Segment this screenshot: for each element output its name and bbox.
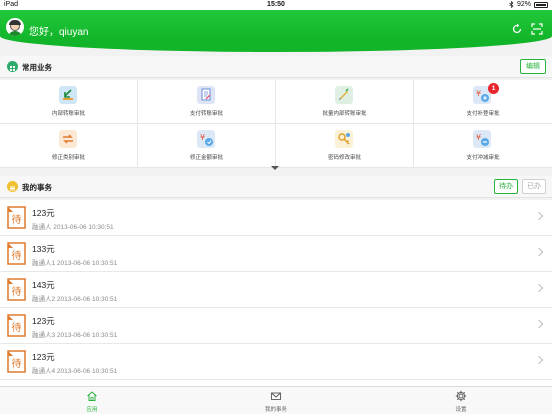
task-row[interactable]: 待 133元 融通人1 2013-06-06 10:30:51	[0, 236, 552, 272]
task-meta: 融通人4 2013-06-06 10:30:51	[32, 368, 118, 375]
task-amount: 133元	[32, 244, 55, 254]
task-amount: 123元	[32, 352, 55, 362]
pending-flag-icon: 待	[7, 242, 26, 265]
svg-text:¥: ¥	[200, 133, 205, 142]
mail-icon	[271, 392, 281, 400]
svg-text:待: 待	[12, 357, 22, 370]
business-item-inner-transfer[interactable]: 内部转账审批	[0, 80, 138, 124]
task-meta: 融通人3 2013-06-06 10:30:51	[32, 332, 118, 339]
pay-offset-icon: ¥	[473, 130, 491, 148]
clock: 15:50	[267, 1, 285, 8]
tab-done[interactable]: 已办	[522, 179, 546, 194]
business-item-password-change[interactable]: 密码修改审批	[276, 124, 414, 168]
task-amount: 143元	[32, 280, 55, 290]
task-meta: 融通人2 2013-06-06 10:30:51	[32, 296, 118, 303]
business-item-pay-offset[interactable]: ¥ 支付冲减审批	[414, 124, 552, 168]
chevron-right-icon	[534, 283, 544, 293]
task-amount: 123元	[32, 316, 55, 326]
tab-label: 应用	[86, 407, 98, 413]
svg-text:¥: ¥	[476, 89, 481, 98]
business-item-correct-category[interactable]: 修正类别审批	[0, 124, 138, 168]
correct-category-icon	[59, 130, 77, 148]
business-item-pay-transfer[interactable]: 支付转账审批	[138, 80, 276, 124]
svg-text:待: 待	[12, 285, 22, 298]
task-amount: 123元	[32, 208, 55, 218]
tab-label: 我的事务	[264, 407, 287, 413]
edit-button[interactable]: 编辑	[520, 59, 546, 74]
svg-text:待: 待	[12, 249, 22, 262]
business-item-batch-transfer[interactable]: 批量内部转账审批	[276, 80, 414, 124]
chevron-right-icon	[534, 355, 544, 365]
pending-flag-icon: 待	[7, 314, 26, 337]
section-title: 常用业务	[22, 63, 52, 72]
tab-my-tasks[interactable]: 我的事务	[236, 387, 316, 414]
tab-label: 设置	[455, 407, 467, 413]
battery-indicator: 92%	[509, 1, 548, 8]
business-grid: 内部转账审批 支付转账审批 批量内部转账审批 ¥ 1 支付补登审批 修正类别审批…	[0, 80, 552, 168]
avatar[interactable]	[6, 18, 24, 36]
password-change-icon	[335, 130, 353, 148]
pending-flag-icon: 待	[7, 350, 26, 373]
svg-text:¥: ¥	[476, 133, 481, 142]
task-row[interactable]: 待 123元 融通人3 2013-06-06 10:30:51	[0, 308, 552, 344]
app-header: 您好，qiuyan	[0, 10, 552, 52]
inner-transfer-icon	[59, 86, 77, 104]
collapse-arrow-icon[interactable]	[271, 166, 279, 170]
refresh-icon[interactable]	[511, 23, 523, 35]
batch-transfer-icon	[335, 86, 353, 104]
task-row[interactable]: 待 123元 融通人 2013-06-06 10:30:51	[0, 200, 552, 236]
tab-apps[interactable]: 应用	[52, 387, 132, 414]
greeting-text: 您好，qiuyan	[29, 27, 89, 38]
tab-settings[interactable]: 设置	[421, 387, 501, 414]
chevron-right-icon	[534, 211, 544, 221]
my-tasks-header: 我的事务 待办 已办	[0, 176, 552, 198]
battery-percent: 92%	[516, 1, 531, 8]
task-meta: 融通人1 2013-06-06 10:30:51	[32, 260, 118, 267]
home-icon	[87, 391, 97, 401]
pay-transfer-icon	[197, 86, 215, 104]
apps-grid-icon	[7, 61, 18, 72]
bottom-tab-bar: 应用 我的事务 设置	[0, 386, 552, 414]
pending-flag-icon: 待	[7, 278, 26, 301]
task-row[interactable]: 待 123元 融通人4 2013-06-06 10:30:51	[0, 344, 552, 380]
section-title: 我的事务	[22, 183, 52, 192]
task-meta: 融通人 2013-06-06 10:30:51	[32, 224, 114, 231]
business-item-correct-amount[interactable]: ¥ 修正金额审批	[138, 124, 276, 168]
chevron-right-icon	[534, 319, 544, 329]
scan-icon[interactable]	[531, 23, 543, 35]
gear-icon	[455, 390, 467, 402]
battery-icon	[534, 1, 548, 8]
svg-text:待: 待	[12, 321, 22, 334]
chevron-right-icon	[534, 247, 544, 257]
notification-badge: 1	[488, 83, 499, 94]
task-list: 待 123元 融通人 2013-06-06 10:30:51 待 133元 融通…	[0, 200, 552, 386]
tab-todo[interactable]: 待办	[494, 179, 518, 194]
common-business-header: 常用业务 编辑	[0, 56, 552, 78]
correct-amount-icon: ¥	[197, 130, 215, 148]
task-row[interactable]: 待 143元 融通人2 2013-06-06 10:30:51	[0, 272, 552, 308]
status-bar: iPad 15:50 92%	[0, 0, 552, 10]
business-item-pay-supplement[interactable]: ¥ 1 支付补登审批	[414, 80, 552, 124]
tasks-list-icon	[7, 181, 18, 192]
svg-text:待: 待	[12, 213, 22, 226]
bluetooth-icon	[509, 1, 514, 8]
pending-flag-icon: 待	[7, 206, 26, 229]
